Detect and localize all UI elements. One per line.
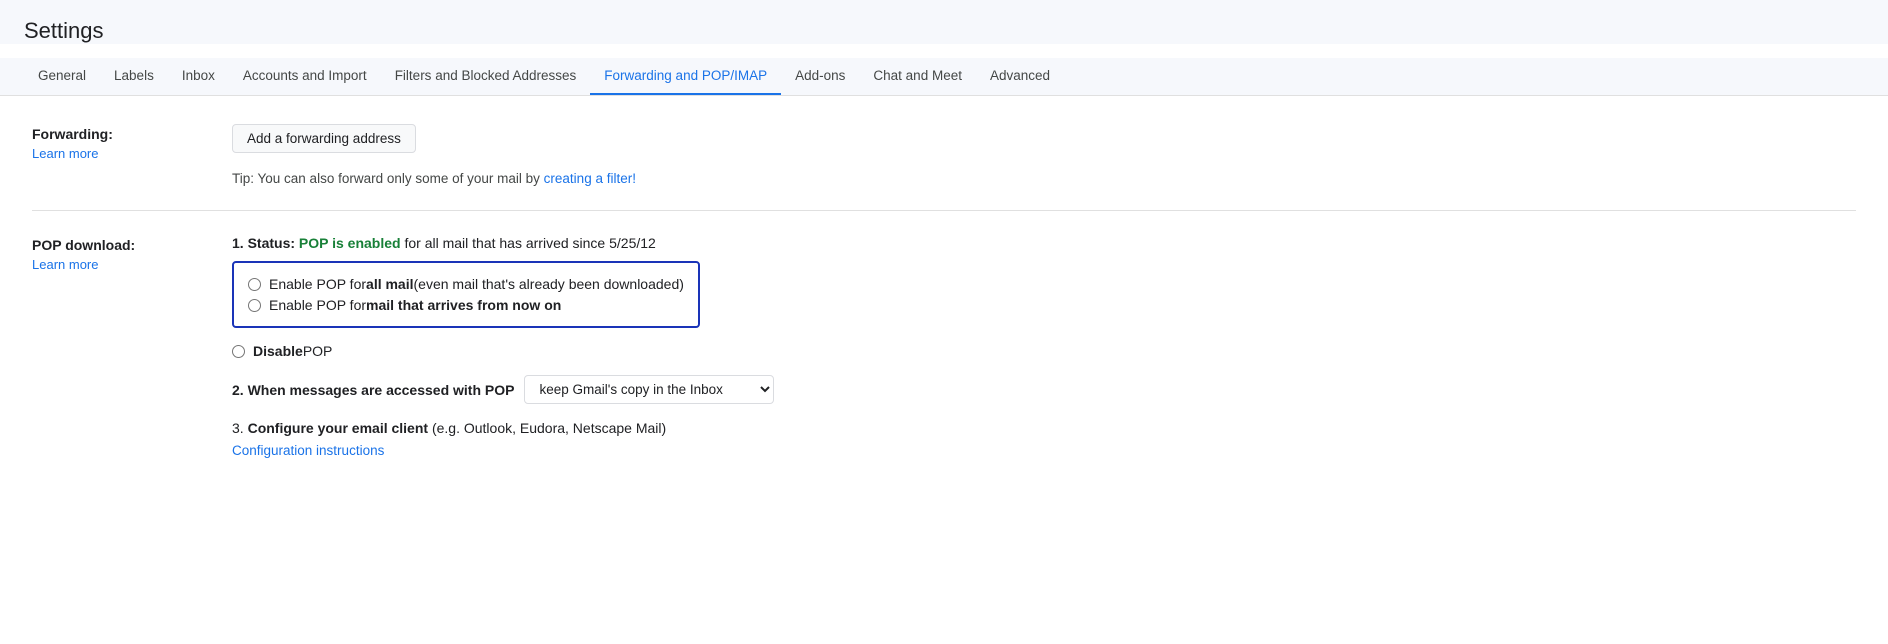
forwarding-title: Forwarding: [32,126,113,142]
pop-enabled-text: POP is enabled [299,235,401,251]
configure-bold: Configure your email client [248,420,428,436]
pop-option2-bold: mail that arrives from now on [366,297,561,313]
tab-general[interactable]: General [24,58,100,96]
pop-option-from-now-on[interactable]: Enable POP for mail that arrives from no… [248,297,684,313]
pop-option1-text2: (even mail that's already been downloade… [414,276,684,292]
forwarding-tip: Tip: You can also forward only some of y… [232,171,1856,186]
configure-number: 3. [232,420,248,436]
pop-status-line: 1. Status: POP is enabled for all mail t… [232,235,1856,251]
page-title: Settings [24,18,1864,44]
pop-disable-text2: POP [303,343,333,359]
pop-download-content: 1. Status: POP is enabled for all mail t… [232,235,1856,458]
section-divider-1 [32,210,1856,211]
pop-option1-bold: all mail [366,276,413,292]
tabs-nav: General Labels Inbox Accounts and Import… [0,58,1888,96]
configure-suffix: (e.g. Outlook, Eudora, Netscape Mail) [428,420,666,436]
pop-download-label: POP download: Learn more [32,235,232,272]
pop-status-suffix: for all mail that has arrived since 5/25… [404,235,655,251]
when-messages-select[interactable]: keep Gmail's copy in the Inbox mark Gmai… [524,375,774,404]
pop-option-all-mail[interactable]: Enable POP for all mail (even mail that'… [248,276,684,292]
tab-filters-blocked[interactable]: Filters and Blocked Addresses [381,58,591,96]
tab-forwarding-pop-imap[interactable]: Forwarding and POP/IMAP [590,58,781,96]
pop-options-box: Enable POP for all mail (even mail that'… [232,261,700,328]
pop-radio-from-now-on[interactable] [248,299,261,312]
forwarding-learn-more[interactable]: Learn more [32,146,232,161]
pop-download-learn-more[interactable]: Learn more [32,257,232,272]
when-messages-row: 2. When messages are accessed with POP k… [232,375,1856,404]
pop-status-prefix: 1. Status: [232,235,295,251]
creating-filter-link[interactable]: creating a filter! [544,171,636,186]
configuration-instructions-link[interactable]: Configuration instructions [232,443,384,458]
pop-option1-text1: Enable POP for [269,276,366,292]
tab-chat-meet[interactable]: Chat and Meet [859,58,976,96]
configure-title: 3. Configure your email client (e.g. Out… [232,420,1856,436]
pop-download-section: POP download: Learn more 1. Status: POP … [32,235,1856,458]
tab-accounts-import[interactable]: Accounts and Import [229,58,381,96]
pop-option-disable[interactable]: Disable POP [232,343,1856,359]
tab-labels[interactable]: Labels [100,58,168,96]
forwarding-content: Add a forwarding address Tip: You can al… [232,124,1856,186]
forwarding-section: Forwarding: Learn more Add a forwarding … [32,124,1856,186]
forwarding-label: Forwarding: Learn more [32,124,232,161]
pop-radio-disable[interactable] [232,345,245,358]
pop-download-title: POP download: [32,237,135,253]
pop-disable-bold: Disable [253,343,303,359]
add-forwarding-address-button[interactable]: Add a forwarding address [232,124,416,153]
tab-add-ons[interactable]: Add-ons [781,58,859,96]
pop-radio-all-mail[interactable] [248,278,261,291]
when-messages-label: 2. When messages are accessed with POP [232,382,514,398]
tip-text-prefix: Tip: You can also forward only some of y… [232,171,540,186]
tab-inbox[interactable]: Inbox [168,58,229,96]
tab-advanced[interactable]: Advanced [976,58,1064,96]
pop-option2-text1: Enable POP for [269,297,366,313]
